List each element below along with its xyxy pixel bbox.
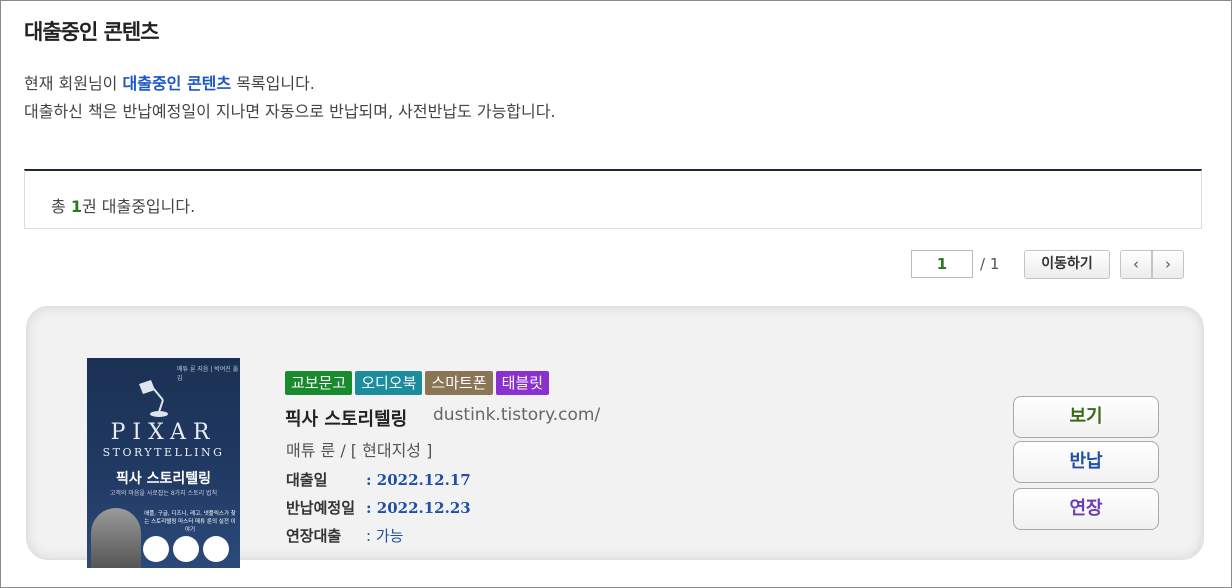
due-date-row: 반납예정일 : 2022.12.23 [286, 497, 471, 518]
extend-label: 연장대출 [286, 527, 342, 545]
cover-blurb: 애플, 구글, 디즈니, 레고, 넷플릭스가 찾는 스토리텔링 마스터 매튜 룬… [144, 511, 236, 533]
book-cover-image[interactable]: 매튜 룬 지음 | 박여진 옮김 PIXAR STORYTELLING 픽사 스… [87, 358, 240, 568]
extend-row: 연장대출 : 가능 [286, 525, 403, 546]
loan-date-row: 대출일 : 2022.12.17 [286, 469, 471, 490]
intro-highlight: 대출중인 콘텐츠 [122, 74, 232, 93]
extend-button[interactable]: 연장 [1013, 488, 1159, 530]
cover-seals [143, 536, 233, 566]
badge-audiobook: 오디오북 [355, 371, 423, 395]
page-total: / 1 [980, 255, 1000, 273]
intro-line-1: 현재 회원님이 대출중인 콘텐츠 목록입니다. [24, 70, 556, 98]
author-publisher: 매튜 룬 / [ 현대지성 ] [286, 441, 433, 460]
author-photo [91, 508, 141, 568]
due-date-value: : 2022.12.23 [366, 499, 471, 517]
format-badges: 교보문고 오디오북 스마트폰 태블릿 [285, 371, 552, 395]
badge-kyobo: 교보문고 [285, 371, 353, 395]
extend-value: : 가능 [366, 527, 404, 545]
badge-smartphone: 스마트폰 [425, 371, 493, 395]
prev-page-button[interactable]: ‹ [1120, 250, 1152, 279]
cover-pixar: PIXAR [110, 420, 217, 445]
summary-pre: 총 [51, 197, 71, 216]
loan-summary-text: 총 1권 대출중입니다. [51, 193, 195, 217]
lamp-icon [139, 380, 168, 417]
seal-1 [143, 536, 169, 562]
intro-line-1-pre: 현재 회원님이 [24, 74, 123, 93]
next-page-button[interactable]: › [1152, 250, 1184, 279]
book-title[interactable]: 픽사 스토리텔링 [285, 405, 407, 431]
chevron-right-icon: › [1165, 255, 1171, 273]
summary-post: 권 대출중입니다. [81, 197, 196, 216]
seal-2 [173, 536, 199, 562]
page-number-input[interactable] [911, 250, 973, 278]
cover-storytelling: STORYTELLING [102, 446, 225, 459]
go-to-page-button[interactable]: 이동하기 [1024, 250, 1110, 279]
loan-date-value: : 2022.12.17 [366, 471, 471, 489]
intro-text: 현재 회원님이 대출중인 콘텐츠 목록입니다. 대출하신 책은 반납예정일이 지… [24, 70, 556, 126]
cover-subtitle: 고객의 마음을 사로잡는 8가지 스토리 법칙 [109, 490, 218, 497]
seal-3 [203, 536, 229, 562]
intro-line-1-post: 목록입니다. [231, 74, 315, 93]
loan-count: 1 [70, 197, 82, 216]
cover-korean-title: 픽사 스토리텔링 [115, 471, 212, 487]
loan-summary-box: 총 1권 대출중입니다. [24, 169, 1202, 229]
return-button[interactable]: 반납 [1013, 441, 1159, 483]
due-date-label: 반납예정일 [286, 499, 356, 517]
loan-date-label: 대출일 [286, 471, 328, 489]
badge-tablet: 태블릿 [495, 371, 550, 395]
watermark-url: dustink.tistory.com/ [433, 405, 601, 425]
view-button[interactable]: 보기 [1013, 396, 1159, 438]
chevron-left-icon: ‹ [1133, 255, 1139, 273]
intro-line-2: 대출하신 책은 반납예정일이 지나면 자동으로 반납되며, 사전반납도 가능합니… [24, 102, 556, 121]
page-title: 대출중인 콘텐츠 [24, 20, 160, 44]
